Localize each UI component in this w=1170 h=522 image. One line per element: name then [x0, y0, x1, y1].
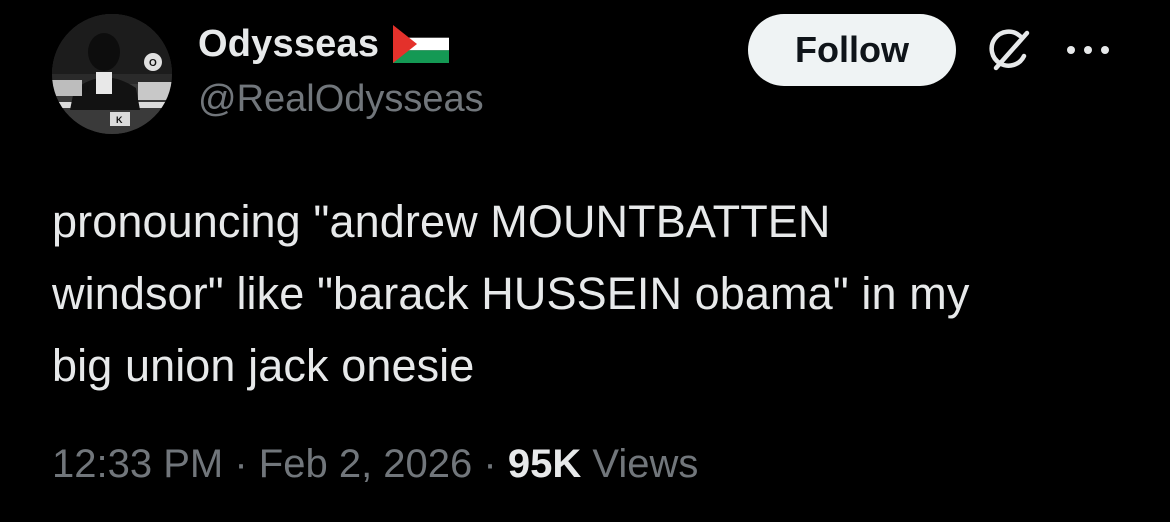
tweet: O N K Odysseas @RealOdysseas Follow pron… [0, 0, 1170, 522]
palestine-flag-icon [393, 25, 450, 63]
tweet-text-line: windsor" like "barack HUSSEIN obama" in … [52, 268, 970, 319]
grok-icon[interactable] [982, 26, 1034, 78]
tweet-text-line: pronouncing "andrew MOUNTBATTEN [52, 196, 831, 247]
svg-text:K: K [116, 115, 123, 125]
author-name-row: Odysseas [198, 18, 450, 70]
more-horizontal-icon[interactable] [1064, 40, 1112, 60]
author-display-name[interactable]: Odysseas [198, 23, 379, 66]
avatar-image: O N K [52, 14, 172, 134]
meta-separator: · [483, 442, 497, 486]
views-label[interactable]: Views [592, 442, 698, 486]
avatar[interactable]: O N K [52, 14, 172, 134]
tweet-time[interactable]: 12:33 PM [52, 442, 223, 486]
tweet-meta: 12:33 PM · Feb 2, 2026 · 95K Views [52, 442, 698, 487]
meta-separator: · [234, 442, 248, 486]
tweet-date[interactable]: Feb 2, 2026 [259, 442, 473, 486]
tweet-text-line: big union jack onesie [52, 340, 475, 391]
follow-button[interactable]: Follow [748, 14, 956, 86]
svg-text:O: O [149, 58, 157, 69]
views-count[interactable]: 95K [508, 442, 581, 486]
tweet-text: pronouncing "andrew MOUNTBATTEN windsor"… [52, 186, 1132, 402]
author-handle[interactable]: @RealOdysseas [198, 78, 484, 121]
svg-text:N: N [82, 85, 89, 96]
